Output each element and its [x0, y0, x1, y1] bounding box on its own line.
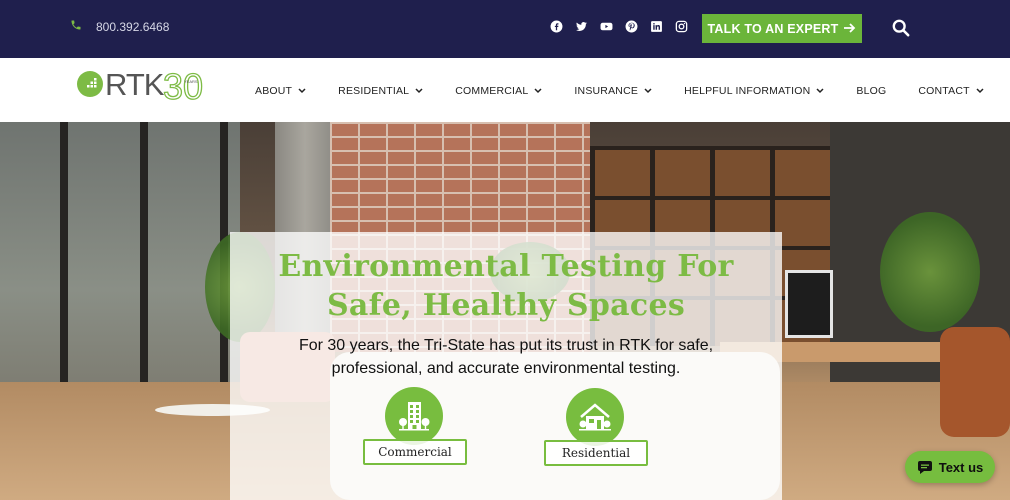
- talk-to-expert-button[interactable]: TALK TO AN EXPERT: [702, 14, 862, 43]
- residential-button[interactable]: Residential: [544, 388, 648, 470]
- instagram-icon[interactable]: [675, 20, 688, 33]
- nav-item-about[interactable]: ABOUT: [255, 85, 306, 97]
- nav-item-contact[interactable]: CONTACT: [918, 85, 984, 97]
- nav-label: HELPFUL INFORMATION: [684, 85, 811, 97]
- svg-text:RTK: RTK: [105, 68, 165, 102]
- phone-number: 800.392.6468: [96, 19, 170, 34]
- nav-label: ABOUT: [255, 85, 293, 97]
- nav-label: COMMERCIAL: [455, 85, 529, 97]
- building-icon: [385, 387, 443, 445]
- svg-text:30: 30: [163, 68, 203, 107]
- main-menu: ABOUT RESIDENTIAL COMMERCIAL INSURANCE H…: [255, 84, 984, 98]
- chevron-down-icon: [534, 88, 542, 94]
- nav-item-commercial[interactable]: COMMERCIAL: [455, 85, 542, 97]
- twitter-icon[interactable]: [575, 20, 588, 33]
- chevron-down-icon: [976, 88, 984, 94]
- facebook-icon[interactable]: [550, 20, 563, 33]
- linkedin-icon[interactable]: [650, 20, 663, 33]
- social-links: [550, 20, 688, 33]
- nav-label: INSURANCE: [574, 85, 639, 97]
- commercial-label: Commercial: [363, 439, 467, 465]
- plant-decor: [880, 212, 980, 332]
- text-us-label: Text us: [938, 459, 984, 475]
- chevron-down-icon: [816, 88, 824, 94]
- rtk-logo[interactable]: RTK 30 YEARS: [76, 65, 206, 112]
- chat-icon: [917, 461, 932, 474]
- pinterest-icon[interactable]: [625, 20, 638, 33]
- hero-subtitle: For 30 years, the Tri-State has put its …: [230, 334, 782, 380]
- hero-title: Environmental Testing For Safe, Healthy …: [230, 247, 782, 325]
- nav-label: CONTACT: [918, 85, 970, 97]
- youtube-icon[interactable]: [600, 20, 613, 33]
- nav-label: RESIDENTIAL: [338, 85, 410, 97]
- window-decor: [0, 122, 240, 402]
- nav-item-helpful-information[interactable]: HELPFUL INFORMATION: [684, 85, 824, 97]
- monitor-decor: [785, 270, 833, 338]
- svg-text:YEARS: YEARS: [184, 79, 198, 84]
- phone-link[interactable]: 800.392.6468: [70, 19, 169, 34]
- chevron-down-icon: [415, 88, 423, 94]
- search-icon[interactable]: [892, 19, 910, 37]
- text-us-button[interactable]: Text us: [905, 451, 995, 483]
- chevron-down-icon: [644, 88, 652, 94]
- commercial-button[interactable]: Commercial: [363, 387, 467, 469]
- chevron-down-icon: [298, 88, 306, 94]
- nav-item-blog[interactable]: BLOG: [856, 85, 886, 97]
- nav-label: BLOG: [856, 85, 887, 97]
- phone-icon: [70, 19, 82, 34]
- arrow-right-icon: [844, 22, 856, 36]
- residential-label: Residential: [544, 440, 648, 466]
- house-icon: [566, 388, 624, 446]
- window-frame-decor: [140, 122, 148, 412]
- office-chair-decor: [940, 327, 1010, 437]
- nav-item-insurance[interactable]: INSURANCE: [574, 85, 652, 97]
- cta-label: TALK TO AN EXPERT: [707, 21, 839, 36]
- hero-title-line: Safe, Healthy Spaces: [326, 288, 686, 323]
- hero-subtitle-line: professional, and accurate environmental…: [331, 360, 681, 377]
- nav-item-residential[interactable]: RESIDENTIAL: [338, 85, 423, 97]
- hero-title-line: Environmental Testing For: [278, 249, 734, 284]
- window-frame-decor: [60, 122, 68, 412]
- hero-subtitle-line: For 30 years, the Tri-State has put its …: [298, 337, 714, 354]
